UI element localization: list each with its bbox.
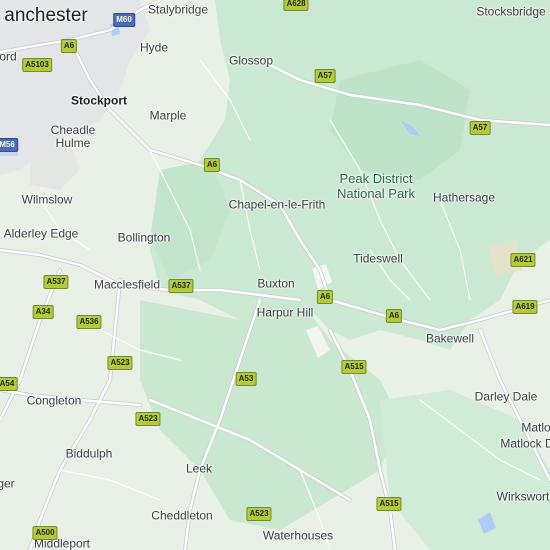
place-label-manchester: anchester: [4, 5, 88, 26]
place-label-chapel-en-le-frith: Chapel-en-le-Frith: [228, 197, 326, 212]
place-label-tideswell: Tideswell: [353, 251, 403, 266]
road-shield-m60: M60: [113, 13, 135, 27]
place-label-darley-dale: Darley Dale: [474, 389, 538, 404]
road-shield-a523: A523: [135, 412, 161, 426]
road-shield-a523: A523: [246, 507, 272, 521]
place-label-stretford: ord: [0, 49, 17, 64]
road-shield-a57: A57: [469, 121, 491, 135]
place-label-stockport: Stockport: [70, 93, 128, 108]
place-label-leek: Leek: [185, 461, 213, 476]
place-label-congleton: Congleton: [26, 393, 82, 408]
road-shield-a6: A6: [203, 158, 221, 172]
place-label-glossop: Glossop: [228, 53, 274, 68]
road-shield-a53: A53: [235, 372, 257, 386]
place-label-hyde: Hyde: [139, 40, 169, 55]
road-shield-m56: M56: [0, 138, 18, 152]
road-shield-a515: A515: [376, 497, 402, 511]
road-shield-a619: A619: [512, 300, 538, 314]
road-shield-a537: A537: [168, 279, 194, 293]
place-label-stocksbridge: Stocksbridge: [476, 4, 546, 19]
place-label-bakewell: Bakewell: [425, 331, 475, 346]
place-label-cheddleton: Cheddleton: [151, 508, 213, 523]
road-shield-a536: A536: [76, 315, 102, 329]
place-label-matlock: Matlo: [521, 420, 550, 435]
place-label-wilmslow: Wilmslow: [21, 192, 73, 207]
place-label-bollington: Bollington: [117, 230, 171, 245]
place-label-wirksworth: Wirkswort: [496, 489, 550, 504]
road-shield-a34: A34: [32, 305, 54, 319]
road-shield-a6: A6: [316, 290, 334, 304]
place-label-hathersage: Hathersage: [432, 190, 496, 205]
road-shield-a523: A523: [107, 356, 133, 370]
place-label-buxton: Buxton: [257, 276, 295, 291]
place-label-marple: Marple: [149, 108, 187, 123]
place-label-waterhouses: Waterhouses: [262, 528, 334, 543]
road-shield-a537: A537: [43, 275, 69, 289]
place-label-kidsgrove: ger: [0, 476, 15, 491]
map-base-layer: [0, 0, 550, 550]
place-label-cheadle-hulme: Cheadle Hulme: [50, 123, 96, 150]
road-shield-a6: A6: [385, 309, 403, 323]
place-label-harpur-hill: Harpur Hill: [256, 305, 314, 320]
place-label-stalybridge: Stalybridge: [147, 2, 209, 17]
road-shield-a54: A54: [0, 377, 18, 391]
road-shield-a621: A621: [510, 253, 536, 267]
road-shield-a5103: A5103: [22, 58, 52, 72]
road-shield-a57: A57: [314, 69, 336, 83]
road-shield-a628: A628: [283, 0, 309, 11]
road-shield-a6: A6: [60, 39, 78, 53]
road-shield-a515: A515: [341, 360, 367, 374]
place-label-matlock-bath: Matlock D: [500, 436, 550, 451]
park-label: Peak District National Park: [336, 171, 416, 201]
place-label-biddulph: Biddulph: [65, 446, 113, 461]
place-label-macclesfield: Macclesfield: [93, 277, 161, 292]
place-label-alderley-edge: Alderley Edge: [3, 226, 79, 241]
map-canvas[interactable]: anchester Stalybridge Stocksbridge ord Hyde G…: [0, 0, 550, 550]
road-shield-a500: A500: [32, 526, 58, 540]
